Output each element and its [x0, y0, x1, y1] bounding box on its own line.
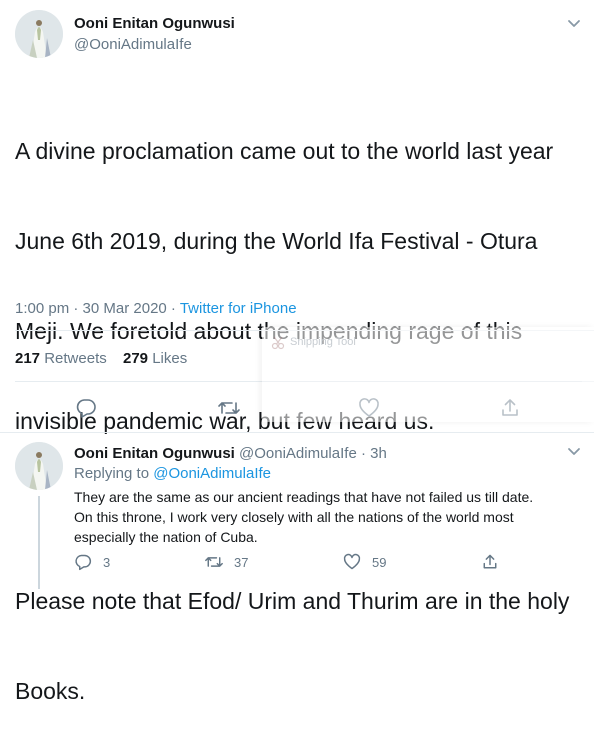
- retweet-icon[interactable]: [217, 397, 241, 419]
- likes-count: 279: [123, 350, 149, 367]
- tweet-timestamp[interactable]: 1:00 pm · 30 Mar 2020 ·: [15, 300, 180, 317]
- tweet-text-line: Please note that Efod/ Urim and Thurim a…: [15, 588, 570, 614]
- share-icon: [483, 554, 497, 569]
- reply-text: They are the same as our ancient reading…: [74, 487, 589, 547]
- reply-action-reply[interactable]: 3: [74, 552, 110, 572]
- reply-text-line: On this throne, I work very closely with…: [74, 509, 514, 525]
- divider: [0, 432, 594, 433]
- reply-retweet-count: 37: [234, 554, 249, 570]
- chevron-down-icon[interactable]: [565, 14, 583, 32]
- avatar-image: [15, 10, 63, 58]
- like-icon: [343, 553, 361, 570]
- tweet-source-link[interactable]: Twitter for iPhone: [180, 300, 297, 317]
- reply-action-like[interactable]: 59: [343, 552, 386, 572]
- reply-text-line: They are the same as our ancient reading…: [74, 489, 534, 505]
- tweet-text-line: Books.: [15, 678, 86, 704]
- replying-to: Replying to @OoniAdimulaIfe: [74, 465, 271, 482]
- tweet-text-line: June 6th 2019, during the World Ifa Fest…: [15, 228, 538, 254]
- avatar-image: [15, 442, 63, 490]
- reply-action-share[interactable]: [481, 552, 499, 572]
- tweet-meta: 1:00 pm · 30 Mar 2020 · Twitter for iPho…: [15, 300, 297, 317]
- snipping-tool-title: Snipping Tool: [290, 336, 356, 348]
- author-avatar[interactable]: [15, 10, 63, 58]
- reply-header: Ooni Enitan Ogunwusi @OoniAdimulaIfe · 3…: [74, 445, 387, 462]
- snipping-tool-overlay: Snipping Tool: [262, 327, 594, 422]
- tweet-text-line: A divine proclamation came out to the wo…: [15, 138, 554, 164]
- reply-count: 3: [103, 554, 111, 570]
- reply-time[interactable]: · 3h: [361, 445, 387, 462]
- thread-line: [38, 496, 40, 589]
- reply-action-retweet[interactable]: 37: [204, 552, 248, 572]
- reply-author-name[interactable]: Ooni Enitan Ogunwusi: [74, 445, 235, 462]
- chevron-down-icon[interactable]: [565, 442, 583, 460]
- reply-like-count: 59: [372, 554, 387, 570]
- reply-author-avatar[interactable]: [15, 442, 63, 490]
- reply-icon: [75, 554, 92, 571]
- author-handle[interactable]: @OoniAdimulaIfe: [74, 36, 192, 53]
- retweets-count: 217: [15, 350, 41, 367]
- retweets-stat[interactable]: 217 Retweets: [15, 350, 107, 367]
- replying-to-handle[interactable]: @OoniAdimulaIfe: [153, 465, 271, 482]
- replying-to-label: Replying to: [74, 465, 154, 482]
- author-name[interactable]: Ooni Enitan Ogunwusi: [74, 15, 235, 32]
- reply-text-line: especially the nation of Cuba.: [74, 529, 258, 545]
- retweets-label: Retweets: [44, 350, 107, 367]
- retweet-icon: [205, 557, 223, 567]
- snipping-tool-icon: [271, 336, 285, 350]
- likes-stat[interactable]: 279 Likes: [123, 350, 187, 367]
- reply-author-handle[interactable]: @OoniAdimulaIfe: [239, 445, 357, 462]
- reply-icon[interactable]: [75, 397, 97, 419]
- snipping-tool-separator: [262, 381, 582, 382]
- likes-label: Likes: [152, 350, 188, 367]
